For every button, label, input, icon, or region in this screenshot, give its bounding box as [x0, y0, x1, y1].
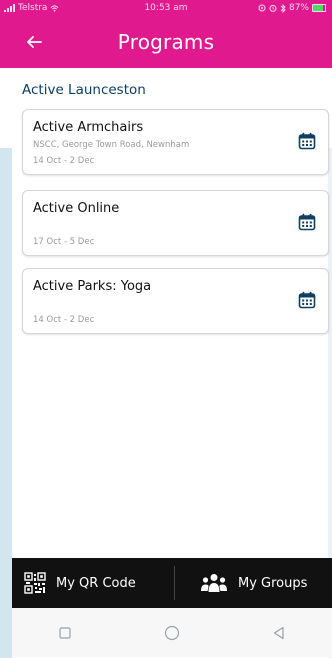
program-dates: 14 Oct - 2 Dec [33, 315, 95, 325]
battery-icon [312, 4, 326, 12]
program-dates: 17 Oct - 5 Dec [33, 237, 95, 247]
program-dates: 14 Oct - 2 Dec [33, 156, 95, 166]
battery-percent: 87% [288, 3, 309, 13]
my-groups-button[interactable]: My Groups [200, 558, 307, 608]
alarm-icon [269, 4, 277, 12]
calendar-icon[interactable] [298, 132, 316, 150]
page-title: Programs [117, 30, 215, 54]
bluetooth-icon [280, 3, 286, 13]
app-header: Telstra 10:53 am 87% Programs [0, 0, 332, 68]
program-card-active-online[interactable]: Active Online 17 Oct - 5 Dec [22, 190, 329, 256]
calendar-icon[interactable] [298, 291, 316, 309]
system-back-button[interactable] [259, 618, 299, 648]
bottom-navigation: My QR Code My Groups [12, 558, 332, 608]
program-title: Active Parks: Yoga [33, 279, 152, 294]
program-location: NSCC, George Town Road, Newnham [33, 140, 190, 150]
triangle-back-icon [273, 626, 284, 639]
program-card-active-parks-yoga[interactable]: Active Parks: Yoga 14 Oct - 2 Dec [22, 268, 329, 334]
system-navigation-bar [12, 608, 332, 657]
square-icon [59, 626, 71, 639]
location-icon [258, 4, 266, 12]
status-right: 87% [258, 3, 326, 13]
bottom-nav-divider [174, 566, 175, 600]
home-button[interactable] [152, 618, 192, 648]
qr-code-icon [24, 572, 46, 594]
left-edge-strip [0, 148, 12, 658]
my-qr-code-button[interactable]: My QR Code [24, 558, 136, 608]
calendar-icon[interactable] [298, 213, 316, 231]
program-title: Active Armchairs [33, 120, 144, 135]
section-title: Active Launceston [22, 82, 146, 98]
recent-apps-button[interactable] [45, 618, 85, 648]
groups-icon [201, 574, 227, 592]
program-title: Active Online [33, 201, 120, 216]
status-bar: Telstra 10:53 am 87% [0, 0, 332, 16]
my-qr-code-label: My QR Code [56, 575, 136, 591]
program-card-active-armchairs[interactable]: Active Armchairs NSCC, George Town Road,… [22, 109, 329, 175]
my-groups-label: My Groups [238, 575, 308, 591]
circle-icon [164, 625, 180, 640]
